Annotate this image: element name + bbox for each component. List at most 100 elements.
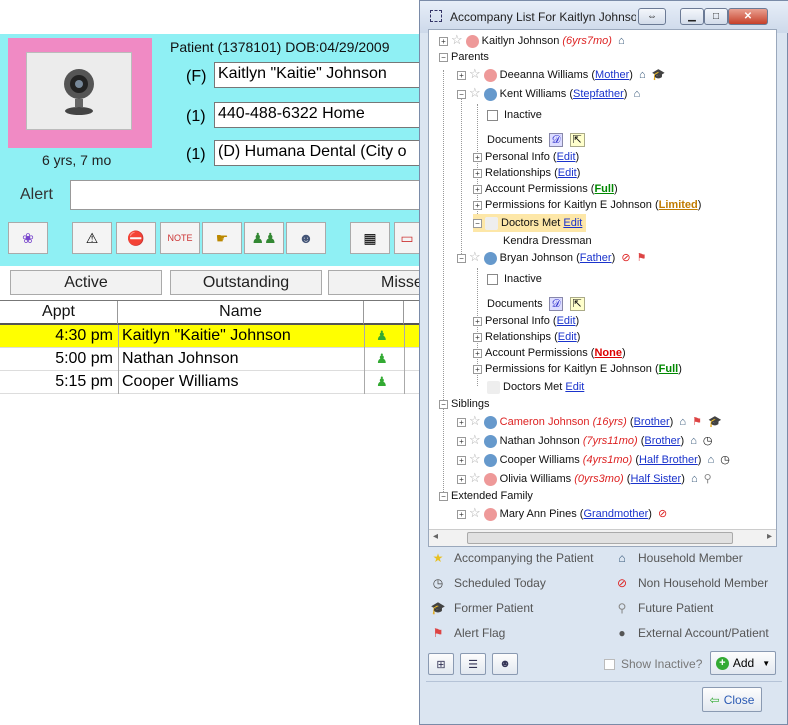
permission-link[interactable]: Limited <box>659 199 698 211</box>
document-icon[interactable]: 𝒟 <box>548 133 564 147</box>
tree-node-parent-3[interactable]: − ☆ Bryan Johnson (Father) ⊘ ⚑ <box>457 248 646 266</box>
show-inactive-checkbox[interactable] <box>604 659 615 671</box>
maximize-button[interactable]: □ <box>704 8 728 25</box>
edit-link[interactable]: Edit <box>558 331 577 343</box>
scroll-left-icon[interactable]: ◂ <box>433 531 438 542</box>
relationship-link[interactable]: Stepfather <box>573 88 624 100</box>
star-icon[interactable]: ☆ <box>469 451 481 466</box>
tree-node-extended-1[interactable]: + ☆ Mary Ann Pines (Grandmother) ⊘ <box>457 504 667 522</box>
tab-missed[interactable]: Misse <box>328 270 420 295</box>
relationship-link[interactable]: Father <box>580 252 612 264</box>
alert-field[interactable] <box>70 180 420 210</box>
relationship-link[interactable]: Half Brother <box>639 454 698 466</box>
table-row[interactable]: 5:00 pm Nathan Johnson ♟ <box>0 348 420 371</box>
add-button[interactable]: + Add ▼ <box>710 651 776 675</box>
minimize-button[interactable]: ▁ <box>680 8 704 25</box>
permissions-for-row[interactable]: + Permissions for Kaitlyn E Johnson (Full… <box>473 360 682 378</box>
tree-node-sibling-4[interactable]: + ☆ Olivia Williams (0yrs3mo) (Half Sister… <box>457 469 712 487</box>
tree-node-extended[interactable]: − Extended Family <box>439 487 533 505</box>
permissions-for-row[interactable]: + Permissions for Kaitlyn E Johnson (Limi… <box>473 196 701 214</box>
star-icon[interactable]: ☆ <box>469 432 481 447</box>
list-view-button[interactable]: ☰ <box>460 653 486 675</box>
close-window-button[interactable]: ✕ <box>728 8 768 25</box>
permission-link[interactable]: Full <box>659 363 679 375</box>
tree-node-root[interactable]: + ☆ Kaitlyn Johnson (6yrs7mo) ⌂ <box>439 31 625 49</box>
no-button[interactable]: ⛔ <box>116 222 156 254</box>
column-header-name[interactable]: Name <box>118 301 364 325</box>
star-icon[interactable]: ☆ <box>469 66 481 81</box>
star-icon[interactable]: ☆ <box>451 32 463 47</box>
edit-link[interactable]: Edit <box>563 217 582 229</box>
tree-view-button[interactable]: ⊞ <box>428 653 454 675</box>
resize-button[interactable]: ⇔ <box>638 8 666 25</box>
permission-link[interactable]: None <box>594 347 622 359</box>
tree-node-parent-1[interactable]: + ☆ Deeanna Williams (Mother) ⌂ 🎓 <box>457 65 665 83</box>
patient-phone-field[interactable]: 440-488-6322 Home <box>214 102 420 128</box>
user-settings-button[interactable]: ☻ <box>492 653 518 675</box>
more-button[interactable]: ▭ <box>394 222 420 254</box>
warning-button[interactable]: ⚠ <box>72 222 112 254</box>
relationship-link[interactable]: Brother <box>634 416 670 428</box>
person-green-icon: ♟ <box>376 351 388 366</box>
former-patient-icon: 🎓 <box>708 416 722 428</box>
doctors-met-row[interactable]: − Doctors Met Edit <box>473 214 587 232</box>
tab-active[interactable]: Active <box>10 270 162 295</box>
user-lock-button[interactable]: ☻ <box>286 222 326 254</box>
inactive-checkbox-row[interactable]: Inactive <box>487 106 542 124</box>
tree-node-siblings[interactable]: − Siblings <box>439 395 490 413</box>
tab-outstanding[interactable]: Outstanding <box>170 270 322 295</box>
pointer-icon[interactable]: ⇱ <box>569 297 585 311</box>
documents-row[interactable]: Documents 𝒟 ⇱ <box>487 131 585 149</box>
tree-node-sibling-3[interactable]: + ☆ Cooper Williams (4yrs1mo) (Half Brothe… <box>457 450 730 468</box>
document-icon[interactable]: 𝒟 <box>548 297 564 311</box>
patient-insurance-field[interactable]: (D) Humana Dental (City o <box>214 140 420 166</box>
group-button[interactable]: ♟♟ <box>244 222 284 254</box>
relationship-link[interactable]: Mother <box>595 69 629 81</box>
patient-photo[interactable] <box>8 38 152 148</box>
close-button[interactable]: ⇦ Close <box>702 687 762 712</box>
column-header-appt[interactable]: Appt <box>0 301 118 325</box>
household-icon: ⌂ <box>690 435 697 447</box>
doctors-met-row[interactable]: Doctors Met Edit <box>487 378 584 396</box>
relationship-link[interactable]: Grandmother <box>583 508 648 520</box>
relationship-link[interactable]: Half Sister <box>630 473 681 485</box>
column-header-extra[interactable] <box>404 301 420 325</box>
tree-node-sibling-1[interactable]: + ☆ Cameron Johnson (16yrs) (Brother) ⌂ ⚑ … <box>457 412 722 430</box>
alert-flag-icon: ⚑ <box>636 252 647 264</box>
table-row[interactable]: 4:30 pm Kaitlyn "Kaitie" Johnson ♟ <box>0 325 420 348</box>
star-icon[interactable]: ☆ <box>469 413 481 428</box>
table-row[interactable]: 5:15 pm Cooper Williams ♟ <box>0 371 420 394</box>
note-button[interactable]: NOTE <box>160 222 200 254</box>
scheduled-today-icon: ◷ <box>720 454 730 466</box>
star-icon[interactable]: ☆ <box>469 249 481 264</box>
appt-name: Nathan Johnson <box>122 350 239 367</box>
tree-node-parent-2[interactable]: − ☆ Kent Williams (Stepfather) ⌂ <box>457 84 640 102</box>
scroll-thumb[interactable] <box>467 532 733 544</box>
relationship-link[interactable]: Brother <box>644 435 680 447</box>
star-icon[interactable]: ☆ <box>469 85 481 100</box>
permission-link[interactable]: Full <box>594 183 614 195</box>
edit-link[interactable]: Edit <box>557 151 576 163</box>
inactive-checkbox[interactable] <box>487 109 498 121</box>
column-header-status[interactable] <box>364 301 404 325</box>
webcam-icon[interactable] <box>26 52 132 130</box>
inactive-checkbox-row[interactable]: Inactive <box>487 270 542 288</box>
film-button[interactable]: ▦ <box>350 222 390 254</box>
star-icon[interactable]: ☆ <box>469 505 481 520</box>
pointer-icon[interactable]: ⇱ <box>569 133 585 147</box>
patient-name-field[interactable]: Kaitlyn "Kaitie" Johnson <box>214 62 420 88</box>
handshake-button[interactable]: ☛ <box>202 222 242 254</box>
show-inactive-row[interactable]: Show Inactive? <box>604 657 702 671</box>
edit-link[interactable]: Edit <box>558 167 577 179</box>
inactive-checkbox[interactable] <box>487 273 498 285</box>
edit-link[interactable]: Edit <box>565 381 584 393</box>
minimize-icon: ▁ <box>688 11 696 22</box>
edit-link[interactable]: Edit <box>557 315 576 327</box>
star-icon[interactable]: ☆ <box>469 470 481 485</box>
tree-node-parents[interactable]: − Parents <box>439 48 489 66</box>
horizontal-scrollbar[interactable]: ◂ ▸ <box>429 529 776 546</box>
tree-node-sibling-2[interactable]: + ☆ Nathan Johnson (7yrs11mo) (Brother) ⌂ … <box>457 431 713 449</box>
documents-row[interactable]: Documents 𝒟 ⇱ <box>487 295 585 313</box>
scroll-right-icon[interactable]: ▸ <box>767 531 772 542</box>
family-button[interactable]: ❀ <box>8 222 48 254</box>
